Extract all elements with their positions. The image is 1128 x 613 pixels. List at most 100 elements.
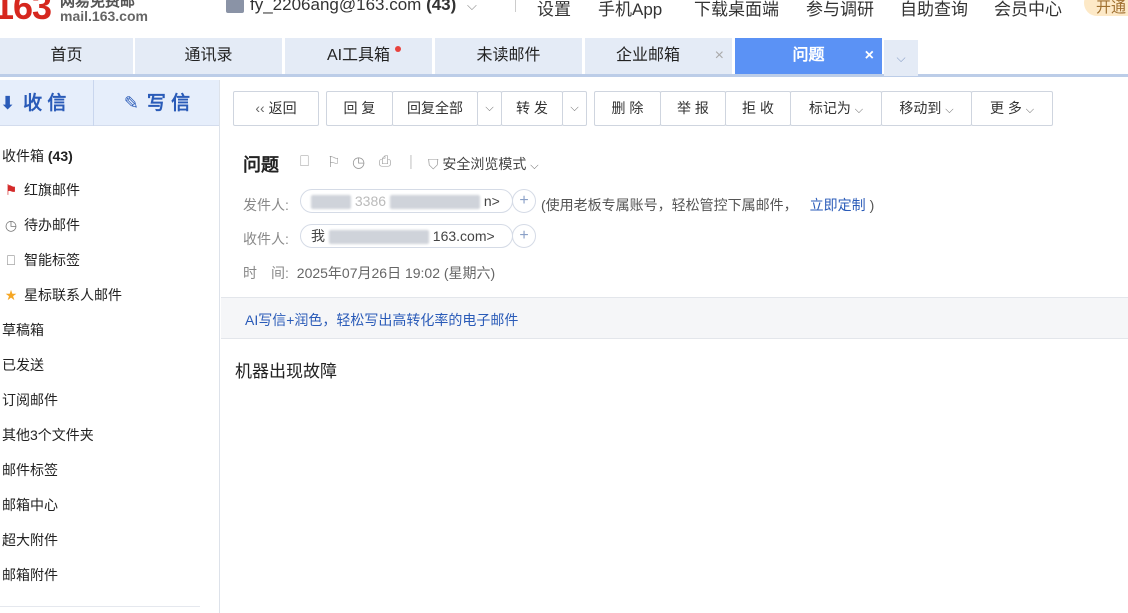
recipient-partial-tail: 163.com> (432, 228, 495, 244)
tab-bar: 首页 通讯录 AI工具箱 未读邮件 企业邮箱 × 问题 × ⌵ (0, 36, 1128, 77)
tab-home[interactable]: 首页 (0, 38, 133, 74)
reply-all-button[interactable]: 回复全部 (392, 91, 478, 126)
sidebar-item-red-flag[interactable]: ⚑ 红旗邮件 (2, 180, 80, 200)
vip-open-button[interactable]: 开通 (1084, 0, 1128, 16)
settings-link[interactable]: 设置 (537, 0, 571, 20)
chevron-down-icon: ⌵ (945, 104, 954, 116)
add-contact-plus-icon[interactable]: + (512, 189, 536, 213)
mark-as-button[interactable]: 标记为 ⌵ (790, 91, 882, 126)
tab-enterprise[interactable]: 企业邮箱 × (585, 38, 732, 74)
time-value: 2025年07月26日 19:02 (星期六) (296, 265, 496, 281)
report-button[interactable]: 举 报 (660, 91, 726, 126)
boss-note-text: (使用老板专属账号，轻松管控下属邮件， (541, 197, 798, 213)
tab-current-mail[interactable]: 问题 × (735, 38, 882, 74)
back-label: 返回 (268, 100, 297, 116)
logo-domain: mail.163.com (60, 8, 148, 24)
mail-subject: 问题 (243, 155, 279, 175)
sidebar-divider (0, 606, 200, 607)
account-icon (226, 0, 244, 13)
sidebar-item-attachments[interactable]: 邮箱附件 (2, 565, 58, 585)
reply-dropdown-chevron-icon[interactable]: ⌵ (477, 91, 502, 126)
redacted-text (311, 195, 351, 210)
add-contact-plus-icon[interactable]: + (512, 224, 536, 248)
sender-address[interactable]: 3386 n> (300, 189, 513, 213)
write-label: 写 信 (146, 93, 191, 114)
account-email: fy_2206ang@163.com (250, 0, 422, 14)
close-icon[interactable]: × (715, 38, 724, 74)
compose-row: ⬇ 收 信 ✎ 写 信 (0, 80, 219, 126)
move-to-label: 移动到 (899, 100, 942, 116)
tab-unread[interactable]: 未读邮件 (435, 38, 582, 74)
sidebar-item-label: 智能标签 (24, 252, 80, 268)
flag-icon: ⚑ (4, 182, 18, 198)
mail-body: 机器出现故障 (235, 362, 337, 381)
sidebar-item-large-attachments[interactable]: 超大附件 (2, 530, 58, 550)
delete-button[interactable]: 删 除 (594, 91, 661, 126)
reject-button[interactable]: 拒 收 (725, 91, 791, 126)
sidebar-item-starred[interactable]: ★ 星标联系人邮件 (2, 285, 122, 305)
account-unread-count: (43) (426, 0, 457, 14)
sidebar-item-mail-center[interactable]: 邮箱中心 (2, 495, 58, 515)
chevron-down-icon: ⌵ (530, 160, 539, 172)
safe-mode-toggle[interactable]: ⛉ 安全浏览模式 ⌵ (428, 154, 539, 174)
write-button[interactable]: ✎ 写 信 (95, 80, 219, 126)
survey-link[interactable]: 参与调研 (806, 0, 874, 20)
header-divider: | (409, 153, 413, 170)
ai-promo-banner: AI写信+润色，轻松写出高转化率的电子邮件 (221, 297, 1128, 339)
member-center-link[interactable]: 会员中心 (994, 0, 1062, 20)
desktop-download-link[interactable]: 下载桌面端 (694, 0, 779, 20)
clock-icon: ◷ (4, 217, 18, 233)
flag-icon[interactable]: ⚐ (327, 153, 340, 171)
sidebar-item-smart-tags[interactable]: ⎕ 智能标签 (2, 250, 80, 270)
sidebar-item-mail-tags[interactable]: 邮件标签 (2, 460, 58, 480)
forward-dropdown-chevron-icon[interactable]: ⌵ (562, 91, 587, 126)
self-service-link[interactable]: 自助查询 (900, 0, 968, 20)
safe-mode-label: 安全浏览模式 (442, 156, 527, 172)
header-divider (515, 0, 516, 12)
sender-partial-text: 3386 (354, 193, 387, 209)
print-icon[interactable]: ⎙ (379, 153, 391, 170)
sidebar-item-subscriptions[interactable]: 订阅邮件 (2, 390, 58, 410)
chevron-down-icon: ⌵ (467, 0, 477, 13)
sidebar-item-todo[interactable]: ◷ 待办邮件 (2, 215, 80, 235)
logo-number: 163 (0, 0, 52, 27)
sidebar-item-other-folders[interactable]: 其他3个文件夹 (2, 425, 94, 445)
recipient-address[interactable]: 我 163.com> (300, 224, 513, 248)
sender-label: 发件人: (243, 197, 289, 213)
more-button[interactable]: 更 多 ⌵ (971, 91, 1053, 126)
account-menu[interactable]: fy_2206ang@163.com (43) ⌵ (226, 0, 477, 15)
receive-button[interactable]: ⬇ 收 信 (0, 80, 94, 126)
tab-ai-toolbox[interactable]: AI工具箱 (285, 38, 432, 74)
sidebar-item-sent[interactable]: 已发送 (2, 355, 44, 375)
forward-button[interactable]: 转 发 (501, 91, 563, 126)
back-button[interactable]: ‹‹ 返回 (233, 91, 319, 126)
mobile-app-link[interactable]: 手机App (598, 0, 662, 20)
tab-label: 问题 (792, 47, 825, 64)
sidebar: ⬇ 收 信 ✎ 写 信 收件箱 (43) ⚑ 红旗邮件 ◷ 待办邮件 ⎕ 智能标签 ★ 星标… (0, 80, 220, 613)
reply-button[interactable]: 回 复 (326, 91, 393, 126)
ai-promo-link[interactable]: AI写信+润色，轻松写出高转化率的电子邮件 (245, 310, 518, 330)
close-icon[interactable]: × (865, 38, 874, 74)
inbox-label: 收件箱 (2, 148, 44, 164)
mark-as-label: 标记为 (808, 100, 851, 116)
notification-dot (395, 46, 401, 52)
star-icon: ★ (4, 287, 18, 303)
tab-contacts[interactable]: 通讯录 (135, 38, 282, 74)
customize-now-link[interactable]: 立即定制 (810, 197, 866, 213)
pen-icon: ✎ (123, 93, 139, 113)
tab-label: 企业邮箱 (616, 47, 681, 64)
sidebar-item-drafts[interactable]: 草稿箱 (2, 320, 44, 340)
sidebar-item-inbox[interactable]: 收件箱 (43) (2, 146, 73, 166)
more-label: 更 多 (989, 100, 1022, 116)
tab-label: 首页 (50, 47, 83, 64)
boss-account-note: (使用老板专属账号，轻松管控下属邮件， 立即定制) (541, 195, 874, 215)
clock-icon[interactable]: ◷ (352, 153, 365, 171)
redacted-text (328, 230, 429, 245)
inbox-icon: ⬇ (0, 93, 16, 113)
tab-label: 未读邮件 (476, 47, 541, 64)
recipient-partial-head: 我 (311, 228, 325, 244)
bookmark-icon[interactable]: ⎕ (300, 153, 309, 170)
tab-list-chevron-icon[interactable]: ⌵ (884, 40, 918, 76)
sidebar-item-label: 星标联系人邮件 (24, 287, 122, 303)
move-to-button[interactable]: 移动到 ⌵ (881, 91, 972, 126)
